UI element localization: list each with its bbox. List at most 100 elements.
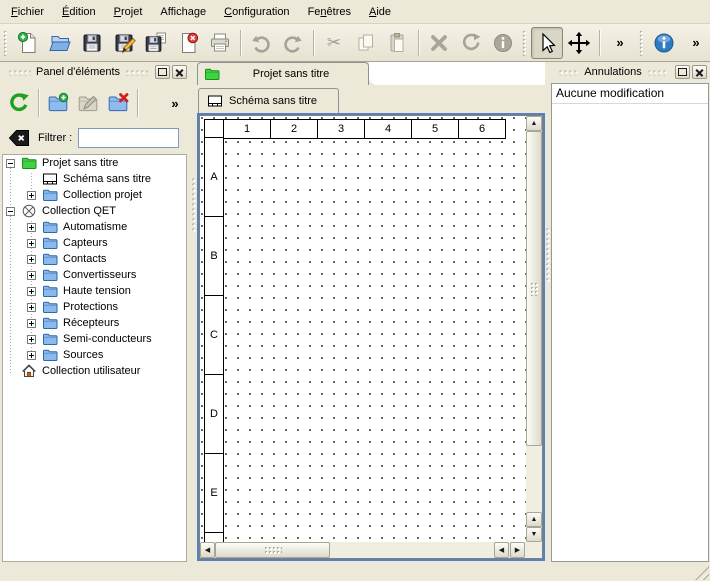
float-dock-button[interactable] bbox=[675, 65, 690, 79]
left-splitter[interactable] bbox=[190, 62, 197, 563]
expand-toggle[interactable] bbox=[27, 287, 36, 296]
collapse-toggle[interactable] bbox=[6, 159, 15, 168]
tree-item-haute-tension[interactable]: Haute tension bbox=[3, 283, 186, 299]
tree-item-label: Capteurs bbox=[63, 237, 108, 249]
scroll-up-button-2[interactable]: ▲ bbox=[526, 512, 542, 527]
dock-drag-handle[interactable] bbox=[125, 69, 148, 76]
save-button[interactable] bbox=[76, 27, 108, 59]
print-button[interactable] bbox=[204, 27, 236, 59]
toolbar-group: ✂ bbox=[0, 24, 519, 61]
toolbar-drag-handle[interactable] bbox=[522, 30, 527, 56]
horizontal-scrollbar[interactable]: ◀ ◀ ▶ bbox=[200, 542, 526, 558]
paste-icon bbox=[386, 31, 410, 55]
pan-mode-button[interactable] bbox=[563, 27, 595, 59]
save-all-icon bbox=[144, 31, 168, 55]
close-dock-button[interactable] bbox=[172, 65, 187, 79]
tree-item-contacts[interactable]: Contacts bbox=[3, 251, 186, 267]
collapse-toggle[interactable] bbox=[6, 207, 15, 216]
save-all-button[interactable] bbox=[140, 27, 172, 59]
menu-bar: FichierÉditionProjetAffichageConfigurati… bbox=[0, 0, 710, 24]
new-file-icon bbox=[16, 31, 40, 55]
arrow-down-icon: ▼ bbox=[531, 531, 538, 538]
tree-item-automatisme[interactable]: Automatisme bbox=[3, 219, 186, 235]
arrow-up-icon: ▲ bbox=[531, 120, 538, 127]
tree-item-schema-sans-titre[interactable]: Schéma sans titre bbox=[3, 171, 186, 187]
expand-toggle[interactable] bbox=[27, 191, 36, 200]
toolbar-overflow-button[interactable]: » bbox=[604, 27, 636, 59]
close-icon bbox=[175, 68, 184, 77]
menu-edition[interactable]: Édition bbox=[53, 3, 105, 21]
tree-item-collection-utilisateur[interactable]: Collection utilisateur bbox=[3, 363, 186, 379]
tree-item-sources[interactable]: Sources bbox=[3, 347, 186, 363]
vertical-scroll-thumb[interactable] bbox=[526, 131, 542, 446]
scroll-right-button[interactable]: ▶ bbox=[510, 542, 525, 558]
tree-item-projet-sans-titre[interactable]: Projet sans titre bbox=[3, 155, 186, 171]
menu-fenetres[interactable]: Fenêtres bbox=[299, 3, 360, 21]
resize-grip[interactable] bbox=[695, 566, 709, 580]
panel-toolbar-overflow-button[interactable]: » bbox=[160, 88, 190, 118]
diagram-tab-label: Schéma sans titre bbox=[229, 95, 317, 107]
expand-toggle[interactable] bbox=[27, 351, 36, 360]
project-properties-button[interactable] bbox=[648, 27, 680, 59]
dock-drag-handle[interactable] bbox=[558, 69, 579, 76]
menu-configuration[interactable]: Configuration bbox=[215, 3, 298, 21]
toolbar-drag-handle[interactable] bbox=[639, 30, 644, 56]
vertical-scrollbar[interactable]: ▲ ▲ ▼ bbox=[526, 116, 542, 542]
reload-collections-button[interactable] bbox=[4, 88, 34, 118]
save-as-button[interactable] bbox=[108, 27, 140, 59]
rotate-button bbox=[455, 27, 487, 59]
undo-list-item[interactable]: Aucune modification bbox=[552, 84, 708, 104]
float-dock-button[interactable] bbox=[155, 65, 170, 79]
folder-new-icon bbox=[46, 91, 70, 115]
open-button[interactable] bbox=[44, 27, 76, 59]
delete-category-button[interactable] bbox=[103, 88, 133, 118]
toolbar-separator bbox=[313, 30, 314, 56]
scroll-down-button[interactable]: ▼ bbox=[526, 527, 542, 542]
tree-item-collection-qet[interactable]: Collection QET bbox=[3, 203, 186, 219]
tree-item-semi-conducteurs[interactable]: Semi-conducteurs bbox=[3, 331, 186, 347]
diagram-canvas[interactable]: 123456 ABCDE bbox=[200, 116, 526, 542]
expand-toggle[interactable] bbox=[27, 271, 36, 280]
new-category-button[interactable] bbox=[43, 88, 73, 118]
folder-delete-icon bbox=[106, 91, 130, 115]
expand-toggle[interactable] bbox=[27, 255, 36, 264]
tab-projet-sans-titre[interactable]: Projet sans titre bbox=[197, 62, 369, 85]
scroll-left-button-2[interactable]: ◀ bbox=[494, 542, 509, 558]
restore-icon bbox=[158, 68, 167, 76]
close-dock-button[interactable] bbox=[692, 65, 707, 79]
tree-item-collection-projet[interactable]: Collection projet bbox=[3, 187, 186, 203]
close-button[interactable] bbox=[172, 27, 204, 59]
filter-input[interactable] bbox=[78, 128, 179, 148]
expand-toggle[interactable] bbox=[27, 303, 36, 312]
toolbar-drag-handle[interactable] bbox=[3, 30, 8, 56]
cut-button: ✂ bbox=[318, 27, 350, 59]
new-button[interactable] bbox=[12, 27, 44, 59]
menu-projet[interactable]: Projet bbox=[105, 3, 152, 21]
tree-item-capteurs[interactable]: Capteurs bbox=[3, 235, 186, 251]
expand-toggle[interactable] bbox=[27, 223, 36, 232]
horizontal-scroll-thumb[interactable] bbox=[215, 542, 330, 558]
expand-toggle[interactable] bbox=[27, 239, 36, 248]
undo-list: Aucune modification bbox=[551, 83, 709, 562]
delete-icon bbox=[427, 31, 451, 55]
dock-drag-handle[interactable] bbox=[8, 69, 31, 76]
clear-filter-icon[interactable] bbox=[7, 126, 31, 150]
menu-fichier[interactable]: Fichier bbox=[2, 3, 53, 21]
folder-blue-icon bbox=[42, 235, 58, 251]
menu-affichage[interactable]: Affichage bbox=[151, 3, 215, 21]
expand-toggle[interactable] bbox=[27, 319, 36, 328]
tree-item-convertisseurs[interactable]: Convertisseurs bbox=[3, 267, 186, 283]
tree-item-protections[interactable]: Protections bbox=[3, 299, 186, 315]
main-toolbar: ✂ » » bbox=[0, 24, 710, 62]
dock-drag-handle[interactable] bbox=[647, 69, 668, 76]
scroll-up-button[interactable]: ▲ bbox=[526, 116, 542, 131]
toolbar-separator bbox=[38, 89, 39, 117]
expand-toggle[interactable] bbox=[27, 335, 36, 344]
selection-mode-button[interactable] bbox=[531, 27, 563, 59]
tab-schema-sans-titre[interactable]: Schéma sans titre bbox=[198, 88, 339, 113]
toolbar-overflow-2-button[interactable]: » bbox=[680, 27, 710, 59]
row-header-e: E bbox=[204, 453, 224, 533]
scroll-left-button[interactable]: ◀ bbox=[200, 542, 215, 558]
menu-aide[interactable]: Aide bbox=[360, 3, 400, 21]
tree-item-recepteurs[interactable]: Récepteurs bbox=[3, 315, 186, 331]
